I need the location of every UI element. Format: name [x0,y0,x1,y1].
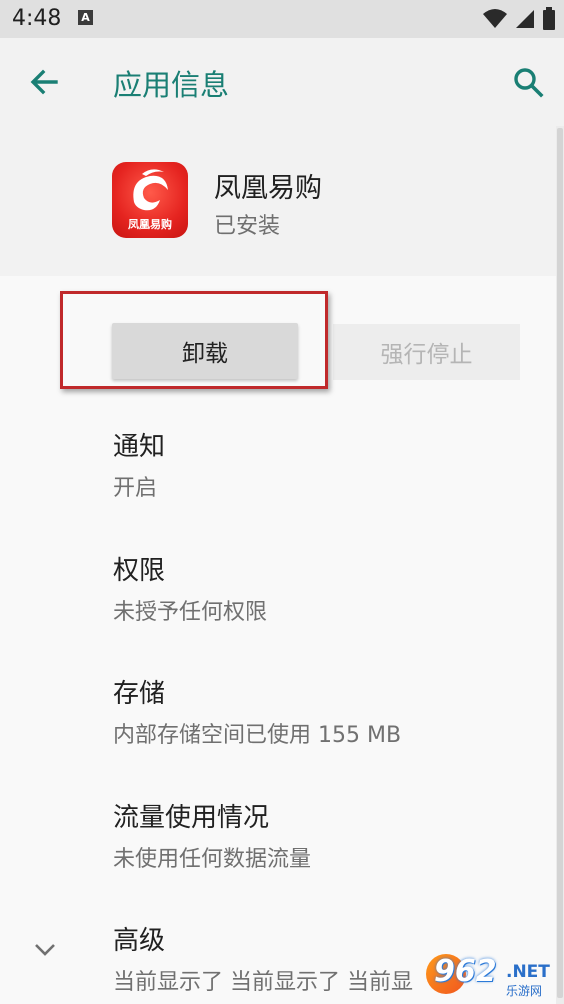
app-info-screen: 4:48 A 应用信息 凤凰易购 凤凰易购 已安装 卸载 强行停止 通知 开启 … [0,0,564,1004]
settings-item-permissions[interactable]: 权限 未授予任何权限 [0,550,556,660]
app-name: 凤凰易购 [214,173,322,204]
content-panel: 卸载 强行停止 通知 开启 权限 未授予任何权限 存储 内部存储空间已使用 15… [0,276,556,1004]
watermark-number: 962 [434,954,497,989]
page-title: 应用信息 [113,68,230,102]
item-summary: 未使用任何数据流量 [113,847,312,872]
phoenix-logo-icon [133,169,168,211]
app-bar: 应用信息 [0,38,564,124]
back-button[interactable] [22,60,66,104]
watermark-domain: .NET [506,962,550,982]
signal-icon [516,10,534,28]
status-bar: 4:48 A [0,0,564,38]
item-summary: 未授予任何权限 [113,600,268,625]
app-header: 凤凰易购 凤凰易购 已安装 [0,124,564,276]
search-button[interactable] [506,60,550,104]
settings-item-notifications[interactable]: 通知 开启 [0,426,556,536]
search-icon [514,68,544,98]
highlight-annotation-box [60,291,328,389]
settings-item-storage[interactable]: 存储 内部存储空间已使用 155 MB [0,673,556,783]
status-icons [482,7,556,31]
app-icon-caption: 凤凰易购 [128,218,172,231]
scrollbar[interactable] [556,126,564,1004]
site-watermark: 962 .NET 乐游网 [426,952,556,1004]
wifi-icon [483,9,507,28]
notification-a-icon: A [78,10,93,25]
settings-item-data-usage[interactable]: 流量使用情况 未使用任何数据流量 [0,797,556,907]
item-summary: 当前显示了 当前显示了 当前显 [113,970,413,995]
force-stop-button[interactable]: 强行停止 [333,324,520,380]
chevron-down-icon[interactable] [30,935,60,965]
app-install-status: 已安装 [214,214,281,239]
item-title: 权限 [113,556,166,586]
item-title: 通知 [113,432,166,462]
item-title: 存储 [113,679,166,709]
arrow-back-icon [30,69,58,95]
item-summary: 开启 [113,476,158,501]
watermark-subtitle: 乐游网 [506,984,543,998]
app-icon: 凤凰易购 [112,162,188,238]
item-summary: 内部存储空间已使用 155 MB [113,723,402,748]
item-title: 高级 [113,926,166,956]
scrollbar-thumb[interactable] [557,128,563,998]
status-time: 4:48 [12,6,62,31]
item-title: 流量使用情况 [113,803,270,833]
battery-icon [543,7,555,30]
